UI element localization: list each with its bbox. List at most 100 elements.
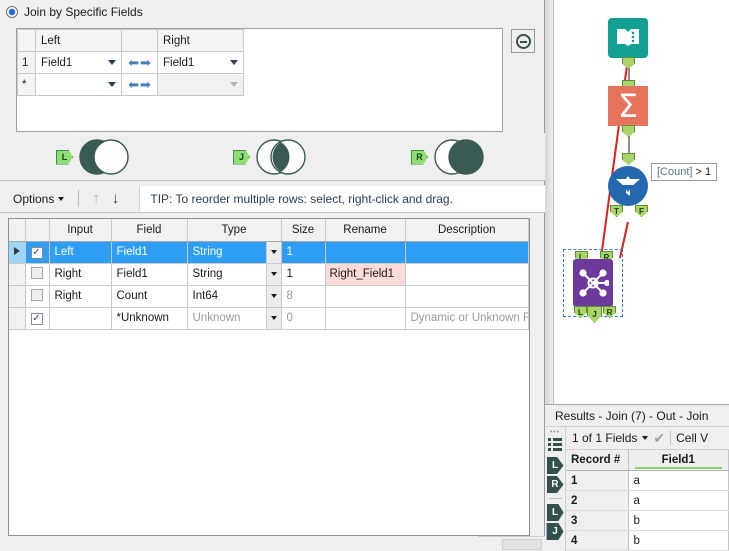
join-row-arrows-new[interactable]: ⬅ ➡ [121, 73, 158, 96]
table-row[interactable]: ✓ *Unknown Unknown 0 Dynamic or Unknown [9, 307, 529, 330]
summarize-tool[interactable]: Σ [608, 86, 648, 126]
cell-rename[interactable] [325, 307, 406, 330]
cell-field: Count [111, 285, 188, 308]
cell-viewer-button[interactable]: Cell V [676, 431, 708, 445]
table-row[interactable]: 3 b [566, 510, 729, 531]
chevron-down-icon[interactable] [230, 60, 238, 65]
row-checkbox[interactable]: ✓ [25, 241, 50, 264]
row-checkbox[interactable] [25, 263, 50, 286]
cell-rename[interactable] [325, 285, 406, 308]
join-right-field-select[interactable]: Field1 [157, 51, 244, 74]
chevron-down-icon[interactable] [642, 435, 649, 440]
drag-handle-icon[interactable]: ••• [550, 429, 560, 436]
join-tool[interactable] [573, 259, 613, 307]
arrow-right-icon[interactable]: ➡ [140, 56, 151, 69]
cell-rename[interactable]: Right_Field1 [325, 263, 406, 286]
join-mode-label: Join by Specific Fields [24, 5, 143, 19]
chevron-down-icon[interactable] [108, 82, 116, 87]
canvas-gutter [545, 0, 554, 404]
checkbox-checked-icon[interactable]: ✓ [30, 312, 43, 325]
checkbox-unchecked-icon[interactable] [30, 288, 43, 301]
chevron-down-icon[interactable] [265, 285, 280, 306]
options-button[interactable]: Options [6, 189, 71, 209]
results-cell-field1[interactable]: b [628, 530, 729, 551]
chevron-down-icon[interactable] [58, 196, 65, 201]
checkbox-checked-icon[interactable]: ✓ [30, 246, 43, 259]
chevron-down-icon[interactable] [265, 263, 280, 284]
cell-type-value: Unknown [192, 312, 241, 324]
table-row[interactable]: 2 a [566, 490, 729, 511]
filter-tool[interactable] [608, 166, 648, 206]
results-anchor-left-output[interactable]: L [546, 504, 564, 521]
chevron-down-icon[interactable] [265, 241, 280, 262]
minus-circle-icon [515, 33, 531, 49]
workflow-canvas[interactable]: Σ T F [Count] > 1 L R L J R [545, 0, 729, 405]
join-mode-radio[interactable]: Join by Specific Fields [6, 5, 143, 19]
results-cell-field1[interactable]: a [628, 470, 729, 491]
cell-type[interactable]: String [187, 241, 282, 264]
filter-true-output-anchor[interactable]: T [610, 205, 623, 217]
table-row[interactable]: ✓ Left Field1 String 1 [9, 241, 529, 264]
cell-type[interactable]: Unknown [187, 307, 282, 330]
col-header-input: Input [49, 219, 112, 242]
table-row[interactable]: 4 b [566, 530, 729, 551]
radio-selected-icon[interactable] [6, 6, 18, 18]
input-data-tool[interactable] [608, 18, 648, 58]
row-checkbox[interactable] [25, 285, 50, 308]
field-options-toolbar: Options ↑ ↓ TIP: To reorder multiple row… [0, 185, 545, 213]
results-anchor-right-input[interactable]: R [546, 476, 564, 493]
arrow-left-icon[interactable]: ⬅ [128, 78, 139, 91]
summarize-output-anchor[interactable] [622, 125, 635, 137]
fields-selector-label[interactable]: 1 of 1 Fields [572, 431, 637, 445]
join-left-field-select[interactable]: Field1 [35, 51, 122, 74]
results-grid: Record # Field1 1 a 2 a 3 b 4 b [566, 449, 729, 551]
join-fields-new-row[interactable]: * ⬅ ➡ [17, 73, 244, 96]
chevron-down-icon[interactable] [108, 60, 116, 65]
join-row-number: 1 [17, 51, 36, 74]
chevron-down-icon[interactable] [265, 307, 280, 328]
cell-description: Dynamic or Unknown Fields [405, 307, 529, 330]
apply-check-icon[interactable]: ✔ [653, 431, 665, 445]
input-data-output-anchor[interactable] [622, 57, 635, 69]
cell-size: 0 [281, 307, 326, 330]
row-selector[interactable] [9, 285, 26, 308]
move-down-button[interactable]: ↓ [106, 191, 126, 206]
filter-false-output-anchor[interactable]: F [635, 205, 648, 217]
join-left-field-select-new[interactable] [35, 73, 122, 96]
results-anchor-join-output[interactable]: J [546, 523, 564, 540]
table-row[interactable]: 1 a [566, 470, 729, 491]
cell-description [405, 241, 529, 264]
results-col-field1: Field1 [628, 449, 729, 471]
table-row[interactable]: Right Field1 String 1 Right_Field1 [9, 263, 529, 286]
arrow-left-icon[interactable]: ⬅ [128, 56, 139, 69]
join-fields-row[interactable]: 1 Field1 ⬅ ➡ Field1 [17, 51, 244, 74]
join-row-arrows[interactable]: ⬅ ➡ [121, 51, 158, 74]
filter-input-anchor[interactable] [622, 153, 635, 165]
remove-join-row-button[interactable] [511, 29, 535, 53]
cell-size: 1 [281, 241, 326, 264]
sigma-icon: Σ [617, 87, 639, 125]
join-right-field-select-new[interactable] [157, 73, 244, 96]
results-cell-field1[interactable]: b [628, 510, 729, 531]
cell-type[interactable]: String [187, 263, 282, 286]
field-list-icon[interactable] [548, 438, 562, 451]
arrow-right-icon[interactable]: ➡ [140, 78, 151, 91]
row-checkbox[interactable]: ✓ [25, 307, 50, 330]
checkbox-unchecked-icon[interactable] [30, 266, 43, 279]
cell-type[interactable]: Int64 [187, 285, 282, 308]
cell-rename[interactable] [325, 241, 406, 264]
row-selector[interactable] [9, 263, 26, 286]
cell-field: Field1 [111, 263, 188, 286]
results-cell-field1[interactable]: a [628, 490, 729, 511]
move-up-button[interactable]: ↑ [86, 191, 106, 206]
join-fields-header-row: Left Right [17, 29, 244, 52]
results-anchor-left-input[interactable]: L [546, 457, 564, 474]
col-header-description: Description [405, 219, 529, 242]
row-selector[interactable] [9, 307, 26, 330]
results-cell-record: 2 [566, 490, 629, 511]
table-row[interactable]: Right Count Int64 8 [9, 285, 529, 308]
row-selector[interactable] [9, 241, 26, 264]
join-inner-output-anchor[interactable]: J [587, 306, 602, 323]
horizontal-scrollbar[interactable] [478, 536, 545, 551]
scrollbar-thumb[interactable] [502, 538, 542, 550]
